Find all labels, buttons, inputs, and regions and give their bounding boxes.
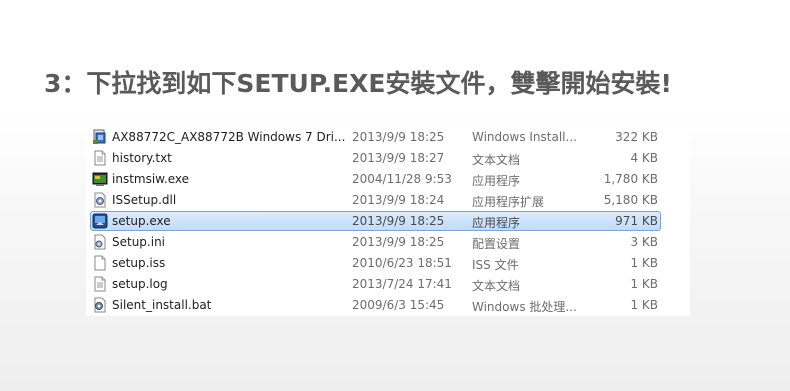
batch-file-icon <box>94 297 106 313</box>
file-date: 2004/11/28 9:53 <box>352 172 452 186</box>
file-date: 2013/9/9 18:25 <box>352 130 445 144</box>
file-row[interactable]: setup.log 2013/7/24 17:41 文本文档 1 KB <box>90 274 661 294</box>
file-date: 2009/6/3 15:45 <box>352 298 445 312</box>
file-type: 文本文档 <box>472 279 521 293</box>
file-name: setup.log <box>112 277 168 291</box>
setup-exe-icon <box>92 213 108 229</box>
file-type: 文本文档 <box>472 153 521 167</box>
blank-file-icon <box>94 255 106 271</box>
text-file-icon <box>94 276 106 292</box>
file-size: 4 KB <box>630 151 658 165</box>
file-name: setup.exe <box>112 214 171 228</box>
installer-icon <box>93 129 106 144</box>
file-type: 应用程序 <box>472 216 521 230</box>
file-type: 配置设置 <box>472 237 521 251</box>
file-name: AX88772C_AX88772B Windows 7 Dri... <box>112 130 346 144</box>
file-size: 1 KB <box>630 298 658 312</box>
file-date: 2013/7/24 17:41 <box>352 277 452 291</box>
file-row[interactable]: instmsiw.exe 2004/11/28 9:53 应用程序 1,780 … <box>90 169 661 189</box>
file-size: 5,180 KB <box>603 193 658 207</box>
text-file-icon <box>94 150 106 166</box>
file-size: 322 KB <box>615 130 658 144</box>
file-row[interactable]: Silent_install.bat 2009/6/3 15:45 Window… <box>90 295 661 315</box>
file-date: 2013/9/9 18:25 <box>352 214 445 228</box>
file-row[interactable]: setup.iss 2010/6/23 18:51 ISS 文件 1 KB <box>90 253 661 273</box>
file-date: 2010/6/23 18:51 <box>352 256 452 270</box>
exe-app-icon <box>92 172 108 186</box>
file-size: 1 KB <box>630 277 658 291</box>
file-name: Silent_install.bat <box>112 298 212 312</box>
file-type: 应用程序 <box>472 174 521 188</box>
file-size: 971 KB <box>615 214 658 228</box>
file-type: 应用程序扩展 <box>472 195 545 209</box>
file-name: setup.iss <box>112 256 166 270</box>
file-size: 1 KB <box>630 256 658 270</box>
file-row[interactable]: Setup.ini 2013/9/9 18:25 配置设置 3 KB <box>90 232 661 252</box>
file-row[interactable]: AX88772C_AX88772B Windows 7 Dri... 2013/… <box>90 127 661 147</box>
file-date: 2013/9/9 18:27 <box>352 151 445 165</box>
ini-settings-icon <box>94 234 106 250</box>
file-name: Setup.ini <box>112 235 166 249</box>
file-name: instmsiw.exe <box>112 172 189 186</box>
file-name: history.txt <box>112 151 172 165</box>
file-type: Windows 批处理... <box>472 300 577 314</box>
file-size: 3 KB <box>630 235 658 249</box>
file-type: ISS 文件 <box>472 258 519 272</box>
dll-gear-icon <box>94 192 106 208</box>
file-type: Windows Install... <box>472 130 577 144</box>
file-row-selected[interactable]: setup.exe 2013/9/9 18:25 应用程序 971 KB <box>90 211 661 231</box>
file-size: 1,780 KB <box>603 172 658 186</box>
file-list: AX88772C_AX88772B Windows 7 Dri... 2013/… <box>86 124 690 316</box>
page-heading: 3：下拉找到如下SETUP.EXE安裝文件，雙擊開始安裝! <box>44 69 672 98</box>
file-name: ISSetup.dll <box>112 193 177 207</box>
file-date: 2013/9/9 18:24 <box>352 193 445 207</box>
file-date: 2013/9/9 18:25 <box>352 235 445 249</box>
file-row[interactable]: history.txt 2013/9/9 18:27 文本文档 4 KB <box>90 148 661 168</box>
file-row[interactable]: ISSetup.dll 2013/9/9 18:24 应用程序扩展 5,180 … <box>90 190 661 210</box>
